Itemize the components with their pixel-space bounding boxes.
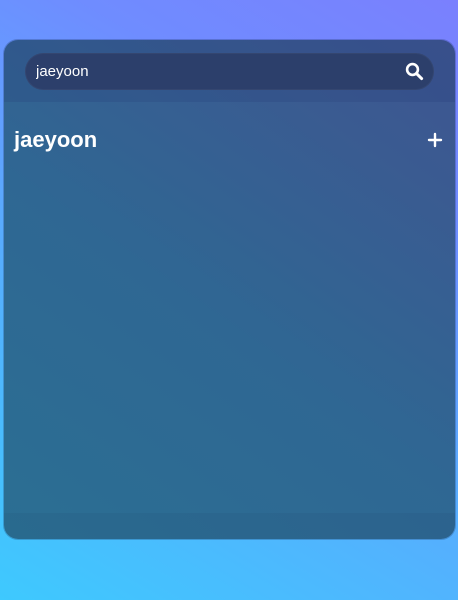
search-input[interactable] bbox=[36, 53, 396, 90]
list-title: jaeyoon bbox=[14, 127, 98, 152]
search-icon[interactable] bbox=[405, 62, 424, 81]
panel-footer bbox=[4, 513, 455, 539]
search-bar bbox=[25, 53, 434, 90]
list-header: jaeyoon bbox=[14, 126, 444, 156]
main-panel: jaeyoon bbox=[4, 40, 455, 539]
plus-icon[interactable] bbox=[426, 128, 444, 152]
